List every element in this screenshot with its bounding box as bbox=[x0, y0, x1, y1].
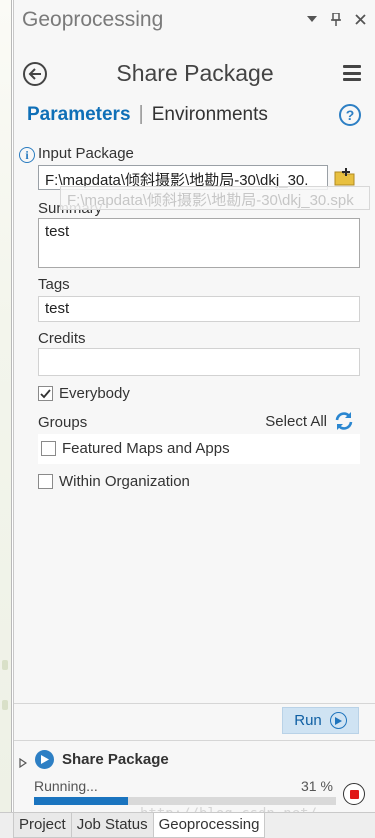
within-organization-option[interactable]: Within Organization bbox=[38, 473, 190, 490]
everybody-option[interactable]: Everybody bbox=[38, 385, 130, 402]
featured-maps-checkbox[interactable] bbox=[41, 441, 56, 456]
tool-tabs: Parameters | Environments bbox=[27, 103, 268, 126]
tab-geoprocessing[interactable]: Geoprocessing bbox=[152, 813, 266, 838]
tags-label: Tags bbox=[38, 276, 70, 293]
divider bbox=[14, 703, 375, 704]
tags-field[interactable]: test bbox=[38, 296, 360, 322]
tab-job-status[interactable]: Job Status bbox=[70, 813, 154, 838]
within-organization-label: Within Organization bbox=[59, 473, 190, 490]
job-running-icon bbox=[35, 750, 54, 769]
job-title: Share Package bbox=[62, 751, 169, 768]
featured-maps-option[interactable]: Featured Maps and Apps bbox=[41, 440, 230, 457]
credits-label: Credits bbox=[38, 330, 86, 347]
job-progress-bar bbox=[34, 797, 336, 805]
everybody-label: Everybody bbox=[59, 385, 130, 402]
pane-header-controls bbox=[306, 12, 366, 26]
map-feature bbox=[2, 660, 8, 670]
help-icon[interactable]: ? bbox=[339, 104, 361, 126]
map-view-edge bbox=[0, 0, 12, 812]
job-status-text: Running... bbox=[34, 778, 98, 794]
tab-parameters[interactable]: Parameters bbox=[27, 104, 131, 126]
job-percent-text: 31 % bbox=[301, 778, 333, 794]
divider bbox=[14, 740, 375, 741]
tab-separator: | bbox=[138, 103, 144, 125]
run-button[interactable]: Run bbox=[282, 707, 359, 734]
job-progress-fill bbox=[34, 797, 128, 805]
play-icon bbox=[329, 712, 347, 729]
select-all-link[interactable]: Select All bbox=[265, 413, 327, 430]
within-organization-checkbox[interactable] bbox=[38, 474, 53, 489]
geoprocessing-pane: Geoprocessing Share Package Parameters |… bbox=[13, 0, 375, 812]
featured-maps-label: Featured Maps and Apps bbox=[62, 440, 230, 457]
input-package-label: Input Package bbox=[38, 145, 134, 162]
pane-header: Geoprocessing bbox=[14, 0, 375, 42]
summary-field[interactable]: test bbox=[38, 218, 360, 268]
input-package-tooltip: F:\mapdata\倾斜摄影\地勘局-30\dkj_30.spk bbox=[60, 186, 370, 210]
tab-project[interactable]: Project bbox=[13, 813, 72, 838]
tool-menu-button[interactable] bbox=[343, 65, 361, 81]
pin-icon[interactable] bbox=[330, 12, 342, 26]
browse-folder-icon[interactable] bbox=[334, 166, 356, 188]
everybody-checkbox[interactable] bbox=[38, 386, 53, 401]
tab-environments[interactable]: Environments bbox=[152, 104, 268, 126]
close-icon[interactable] bbox=[354, 12, 366, 26]
stop-icon bbox=[349, 789, 359, 799]
job-row[interactable]: Share Package bbox=[19, 750, 169, 769]
tool-title: Share Package bbox=[116, 60, 274, 86]
stop-button[interactable] bbox=[343, 783, 365, 805]
check-icon bbox=[40, 388, 51, 398]
expand-chevron-icon[interactable] bbox=[19, 755, 28, 768]
credits-field[interactable] bbox=[38, 348, 360, 376]
dock-tabs: Project Job Status Geoprocessing bbox=[0, 812, 375, 838]
run-label: Run bbox=[294, 712, 322, 729]
map-feature bbox=[2, 700, 8, 710]
pane-title: Geoprocessing bbox=[22, 8, 164, 31]
refresh-icon[interactable] bbox=[333, 410, 355, 432]
info-icon[interactable]: i bbox=[19, 147, 35, 163]
dropdown-icon[interactable] bbox=[306, 12, 318, 26]
groups-label: Groups bbox=[38, 414, 88, 431]
